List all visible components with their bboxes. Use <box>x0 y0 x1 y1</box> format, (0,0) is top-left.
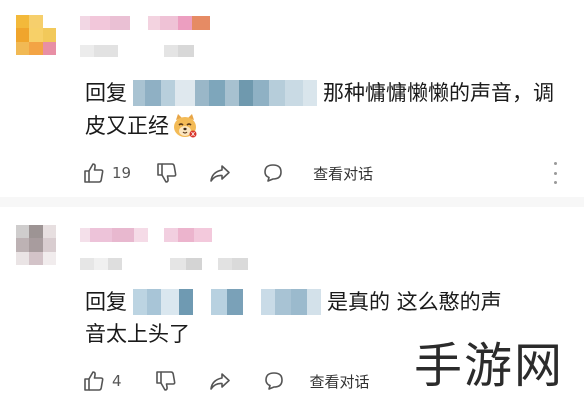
comment-button[interactable] <box>261 161 285 185</box>
comment-item: 回复 那种慵慵懒懒的声音，调 皮又正经 19 查看对话 <box>0 0 584 197</box>
mentioned-user-redacted[interactable] <box>133 80 317 106</box>
more-vertical-icon[interactable] <box>551 162 559 184</box>
thumbs-up-icon <box>82 369 106 393</box>
view-conversation-link[interactable]: 查看对话 <box>310 371 370 392</box>
like-button[interactable]: 19 <box>82 161 131 185</box>
username-redacted[interactable] <box>80 16 210 30</box>
reply-prefix: 回复 <box>85 290 127 314</box>
share-icon <box>208 369 232 393</box>
avatar[interactable] <box>16 225 56 265</box>
comment-actions: 4 查看对话 <box>82 368 370 394</box>
reply-prefix: 回复 <box>85 81 127 105</box>
comment-text-line-2: 音太上头了 <box>85 319 190 349</box>
comment-body: 那种慵慵懒懒的声音，调 <box>323 81 554 105</box>
comment-text-line-1: 回复 是真的 这么憨的声 <box>85 287 502 317</box>
comment-body-continued: 皮又正经 <box>85 114 169 138</box>
share-icon <box>208 161 232 185</box>
mentioned-user-redacted[interactable] <box>133 289 321 315</box>
thumbs-up-icon <box>82 161 106 185</box>
dislike-button[interactable] <box>154 369 178 393</box>
comment-divider <box>0 197 584 207</box>
comment-body-continued: 音太上头了 <box>85 322 190 346</box>
like-count: 19 <box>112 164 132 182</box>
avatar[interactable] <box>16 15 56 55</box>
comment-bubble-icon <box>261 161 285 185</box>
comment-text-line-1: 回复 那种慵慵懒懒的声音，调 <box>85 78 554 108</box>
comment-body: 是真的 这么憨的声 <box>327 290 502 314</box>
comment-button[interactable] <box>262 369 286 393</box>
comment-meta-redacted <box>80 45 210 57</box>
thumbs-down-icon <box>154 369 178 393</box>
like-button[interactable]: 4 <box>82 369 122 393</box>
dislike-button[interactable] <box>155 161 179 185</box>
share-button[interactable] <box>208 161 232 185</box>
view-conversation-link[interactable]: 查看对话 <box>313 163 373 184</box>
username-redacted[interactable] <box>80 228 212 242</box>
comment-meta-redacted <box>80 258 256 270</box>
comment-thread: 回复 那种慵慵懒懒的声音，调 皮又正经 19 查看对话 回复 是真的 这么憨的声… <box>0 0 584 406</box>
like-count: 4 <box>112 372 122 390</box>
thumbs-down-icon <box>155 161 179 185</box>
watermark: 手游网 <box>414 338 565 394</box>
comment-actions: 19 查看对话 <box>82 160 373 186</box>
share-button[interactable] <box>208 369 232 393</box>
comment-text-line-2: 皮又正经 <box>85 111 199 141</box>
dog-face-emoji <box>171 112 199 140</box>
comment-bubble-icon <box>262 369 286 393</box>
